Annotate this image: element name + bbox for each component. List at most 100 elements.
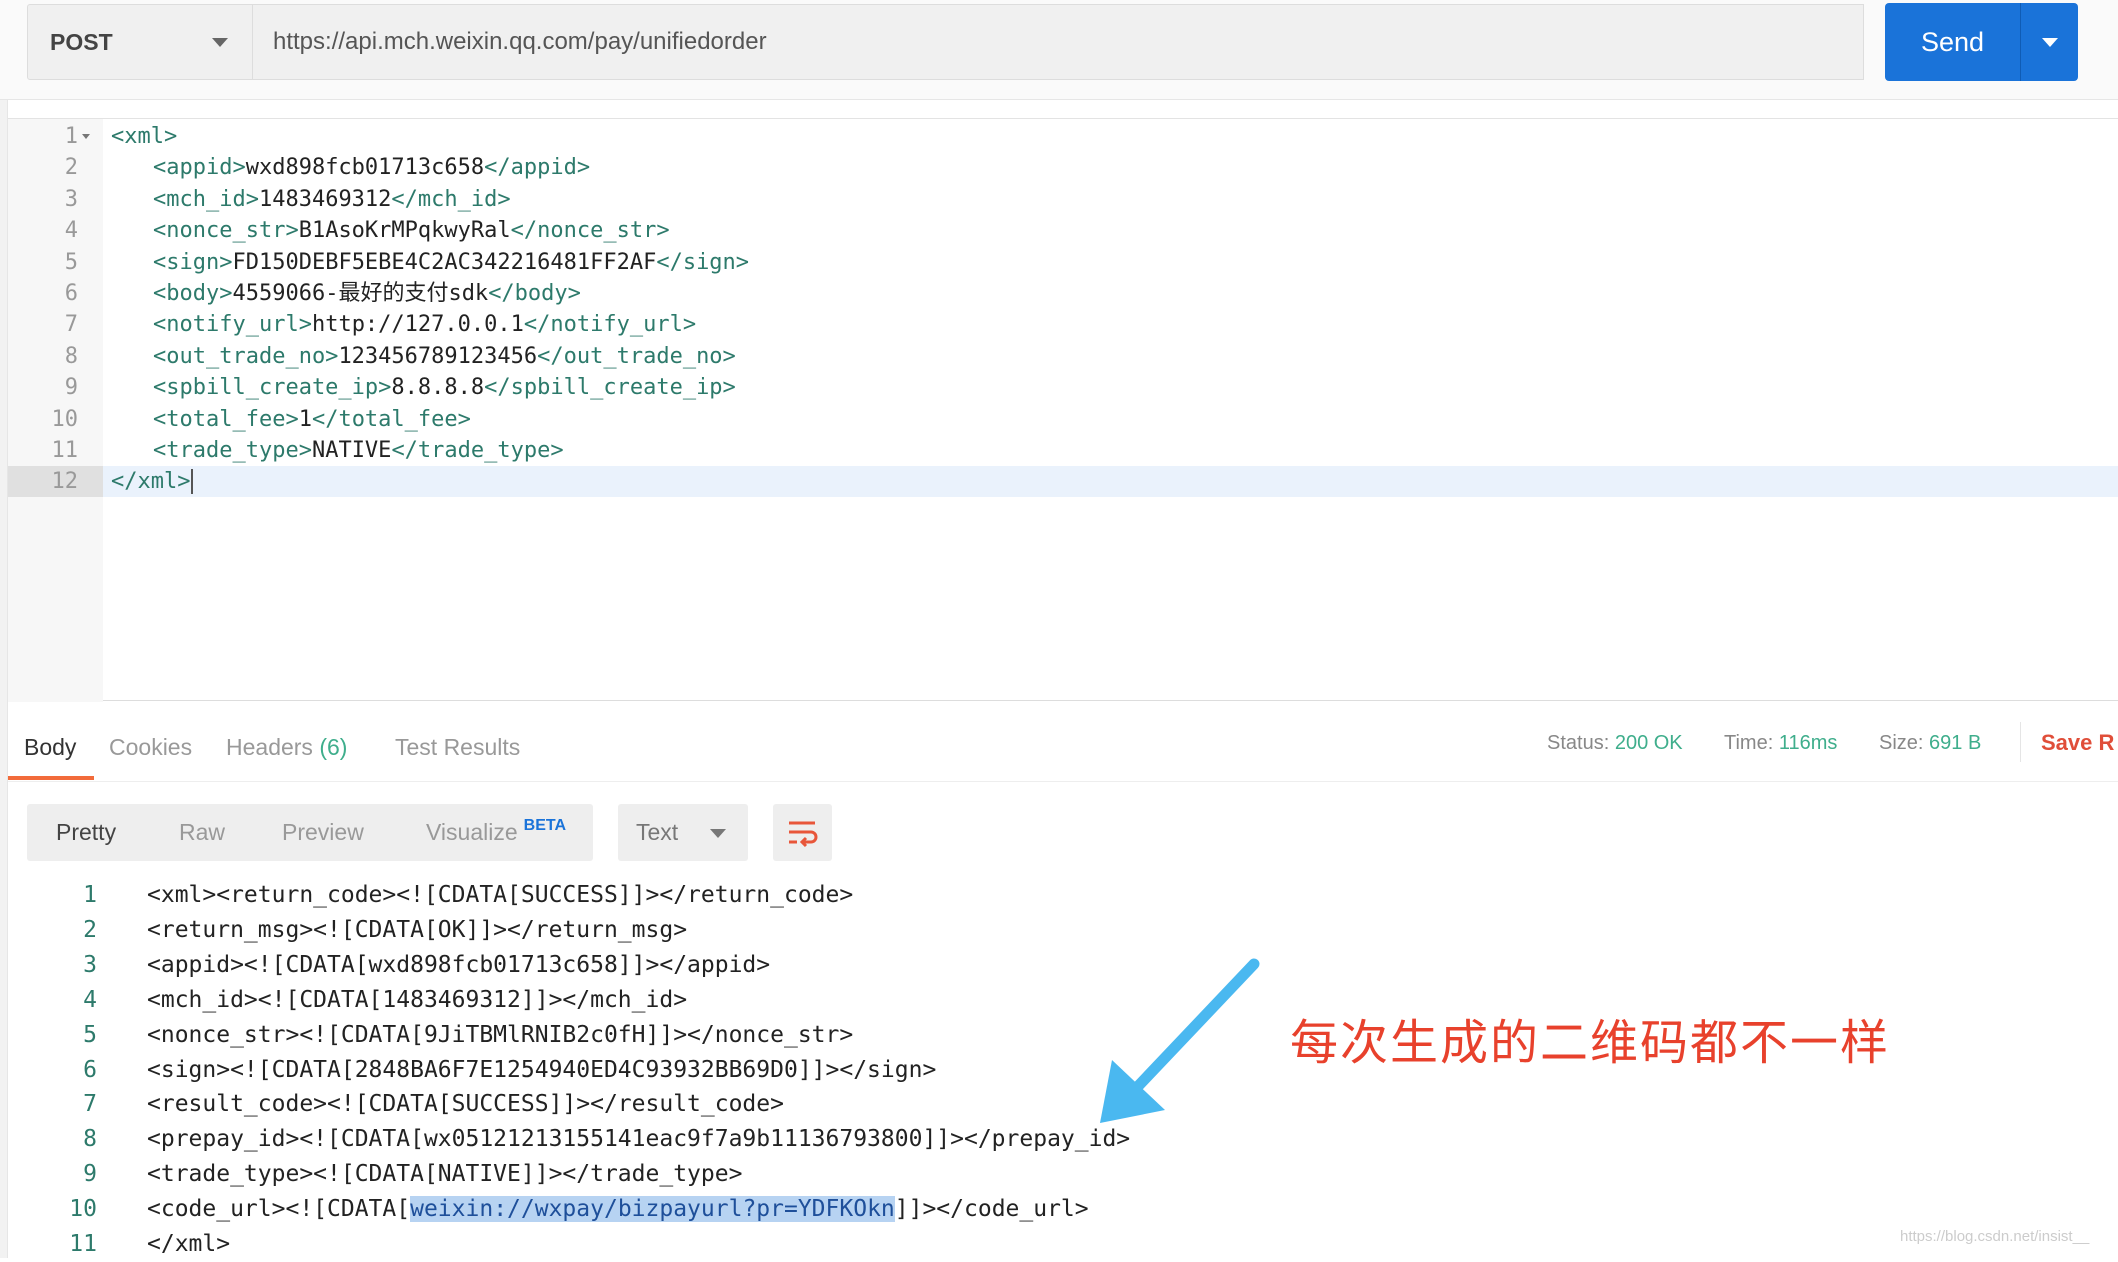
format-label: Text <box>636 819 679 845</box>
time-readout: Time: 116ms <box>1724 732 1837 755</box>
line-number: 9 <box>83 1161 97 1188</box>
editor-line: 6 <body>4559066-最好的支付sdk</body> <box>8 278 2118 309</box>
code-text: <trade_type><![CDATA[NATIVE]]></trade_ty… <box>147 1161 743 1188</box>
xml-tag: </sign> <box>656 249 750 275</box>
xml-tag: </out_trade_no> <box>537 343 736 369</box>
line-number: 2 <box>83 916 97 943</box>
send-options-button[interactable] <box>2020 3 2078 81</box>
arrow-shaft <box>1119 958 1260 1106</box>
annotation-arrow <box>1100 958 1260 1123</box>
divider <box>2020 722 2021 762</box>
tab-headers[interactable]: Headers (6) <box>226 734 347 761</box>
wrap-lines-icon <box>789 821 818 848</box>
url-input[interactable]: https://api.mch.weixin.qq.com/pay/unifie… <box>253 4 1864 80</box>
request-body-editor[interactable]: 1 <xml> 2 <appid>wxd898fcb01713c658</appid>… <box>8 118 2118 702</box>
xml-value: 123456789123456 <box>338 343 538 369</box>
send-button[interactable]: Send <box>1885 3 2020 81</box>
line-number: 8 <box>83 1126 97 1153</box>
line-number: 12 <box>8 466 103 498</box>
format-select[interactable]: Text <box>618 804 748 861</box>
xml-value: FD150DEBF5EBE4C2AC342216481FF2AF <box>232 249 657 275</box>
xml-tag: </spbill_create_ip> <box>484 375 736 401</box>
xml-tag: <notify_url> <box>153 312 312 338</box>
line-number: 4 <box>83 986 97 1013</box>
line-number: 7 <box>83 1091 97 1118</box>
xml-tag: <total_fee> <box>153 406 299 432</box>
status-label: Status: <box>1547 732 1610 754</box>
code-text: <out_trade_no>123456789123456</out_trade… <box>153 341 736 372</box>
request-bar: POST https://api.mch.weixin.qq.com/pay/u… <box>0 0 2118 100</box>
tab-cookies[interactable]: Cookies <box>109 734 192 761</box>
method-label: POST <box>50 28 113 55</box>
xml-tag: <mch_id> <box>153 186 259 212</box>
save-response-button[interactable]: Save R <box>2041 730 2114 756</box>
code-content: <nonce_str><![CDATA[9JiTBMlRNIB2c0fH]]><… <box>147 1018 853 1053</box>
view-pretty[interactable]: Pretty <box>56 819 116 846</box>
editor-line: 3 <mch_id>1483469312</mch_id> <box>8 184 2118 215</box>
line-number: 5 <box>83 1021 97 1048</box>
fold-caret-icon[interactable] <box>82 134 90 139</box>
code-text: <return_msg><![CDATA[OK]]></return_msg> <box>147 916 688 943</box>
wrap-lines-button[interactable] <box>773 804 832 861</box>
method-select[interactable]: POST <box>27 4 253 80</box>
xml-tag: <xml> <box>111 124 178 149</box>
code-text: ]]></code_url> <box>894 1196 1089 1223</box>
tab-test-results[interactable]: Test Results <box>395 734 520 761</box>
line-number: 3 <box>83 951 97 978</box>
code-text: <sign><![CDATA[2848BA6F7E1254940ED4C9393… <box>147 1056 937 1083</box>
xml-tag: <out_trade_no> <box>153 343 339 369</box>
code-text: <xml><return_code><![CDATA[SUCCESS]]></r… <box>147 882 854 908</box>
line-number: 8 <box>64 343 78 369</box>
tab-headers-label: Headers <box>226 734 313 760</box>
code-content: <trade_type><![CDATA[NATIVE]]></trade_ty… <box>147 1157 742 1192</box>
code-text: <total_fee>1</total_fee> <box>153 404 471 435</box>
code-content: <prepay_id><![CDATA[wx05121213155141eac9… <box>147 1122 1130 1157</box>
xml-tag: <appid> <box>153 155 246 181</box>
xml-tag: </mch_id> <box>391 186 511 212</box>
left-edge <box>0 100 8 1258</box>
editor-line: 9 <spbill_create_ip>8.8.8.8</spbill_creat… <box>8 372 2118 403</box>
code-text: <body>4559066-最好的支付sdk</body> <box>153 278 581 309</box>
xml-tag: <body> <box>153 281 233 306</box>
time-label: Time: <box>1724 732 1774 754</box>
beta-badge: BETA <box>523 817 567 834</box>
xml-value: wxd898fcb01713c658 <box>245 155 485 181</box>
code-text: </xml> <box>147 1231 231 1257</box>
code-content: <code_url><![CDATA[weixin://wxpay/bizpay… <box>147 1192 1089 1227</box>
code-text: <result_code><![CDATA[SUCCESS]]></result… <box>147 1091 784 1118</box>
line-number: 10 <box>69 1196 97 1223</box>
code-text: <xml> <box>111 121 177 152</box>
time-value: 116ms <box>1778 732 1838 754</box>
active-tab-indicator <box>8 776 94 780</box>
code-content: <mch_id><![CDATA[1483469312]]></mch_id> <box>147 983 687 1018</box>
code-text: <sign>FD150DEBF5EBE4C2AC342216481FF2AF</… <box>153 247 749 278</box>
code-text: <prepay_id><![CDATA[wx05121213155141eac9… <box>147 1126 1131 1153</box>
size-readout: Size: 691 B <box>1879 732 1981 755</box>
status-value: 200 OK <box>1614 732 1683 754</box>
xml-tag: <spbill_create_ip> <box>153 375 392 401</box>
xml-tag: </notify_url> <box>523 312 697 338</box>
size-value: 691 B <box>1929 732 1982 754</box>
code-text: <mch_id>1483469312</mch_id> <box>153 184 511 215</box>
xml-tag: <trade_type> <box>153 438 312 463</box>
selected-text[interactable]: weixin://wxpay/bizpayurl?pr=YDFKOkn <box>410 1196 895 1223</box>
code-content: <appid><![CDATA[wxd898fcb01713c658]]></a… <box>147 948 770 983</box>
line-number: 1 <box>64 124 78 149</box>
view-mode-bar: Pretty Raw Preview Visualize BETA <box>27 804 593 861</box>
code-text: <trade_type>NATIVE</trade_type> <box>153 435 564 466</box>
editor-line: 2 <appid>wxd898fcb01713c658</appid> <box>8 152 2118 183</box>
code-content: </xml> <box>147 1227 230 1262</box>
xml-value: NATIVE <box>311 438 392 463</box>
xml-tag: <sign> <box>153 249 233 275</box>
code-text: <mch_id><![CDATA[1483469312]]></mch_id> <box>147 986 688 1013</box>
line-number: 5 <box>64 249 78 275</box>
xml-tag: <nonce_str> <box>153 218 299 244</box>
editor-line: 7 <notify_url>http://127.0.0.1</notify_ur… <box>8 309 2118 340</box>
view-preview[interactable]: Preview <box>282 819 364 846</box>
editor-line: 8 <out_trade_no>123456789123456</out_trad… <box>8 341 2118 372</box>
tab-body[interactable]: Body <box>24 734 76 761</box>
view-raw[interactable]: Raw <box>179 819 225 846</box>
view-visualize[interactable]: Visualize BETA <box>426 817 567 846</box>
editor-line: 5 <sign>FD150DEBF5EBE4C2AC342216481FF2AF<… <box>8 247 2118 278</box>
xml-tag: </nonce_str> <box>510 218 670 244</box>
